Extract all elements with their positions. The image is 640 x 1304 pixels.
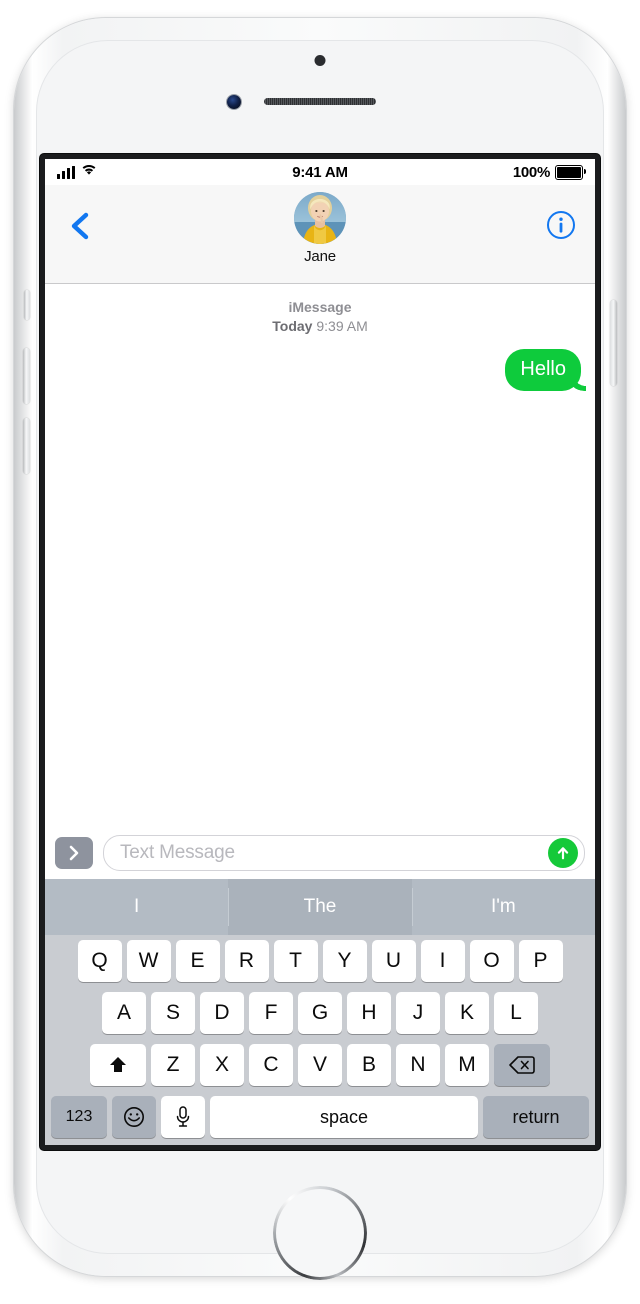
- message-row: Hello: [59, 348, 581, 391]
- message-text-field[interactable]: Text Message: [103, 835, 585, 871]
- volume-up-button[interactable]: [23, 348, 30, 404]
- key-h[interactable]: H: [347, 992, 391, 1034]
- chevron-right-icon[interactable]: [55, 837, 93, 869]
- battery-fill: [557, 166, 581, 178]
- key-w[interactable]: W: [126, 940, 171, 982]
- power-button[interactable]: [610, 300, 617, 386]
- thread-meta: iMessage Today 9:39 AM: [45, 284, 595, 337]
- key-o[interactable]: O: [469, 940, 514, 982]
- key-x[interactable]: X: [200, 1044, 244, 1086]
- key-m[interactable]: M: [445, 1044, 489, 1086]
- send-button[interactable]: [548, 838, 578, 868]
- keyboard-row-2: A S D F G H J K L: [47, 992, 593, 1034]
- key-j[interactable]: J: [396, 992, 440, 1034]
- status-bar-right: 100%: [512, 163, 586, 181]
- ring-silent-switch[interactable]: [24, 290, 30, 320]
- dictation-key[interactable]: [161, 1096, 205, 1138]
- key-i[interactable]: I: [420, 940, 465, 982]
- key-q[interactable]: Q: [77, 940, 122, 982]
- key-y[interactable]: Y: [322, 940, 367, 982]
- conversation-area: iMessage Today 9:39 AM Hello: [45, 284, 595, 827]
- key-z[interactable]: Z: [151, 1044, 195, 1086]
- space-key[interactable]: space: [210, 1096, 478, 1138]
- volume-down-button[interactable]: [23, 418, 30, 474]
- message-text-placeholder: Text Message: [120, 842, 235, 863]
- emoji-key[interactable]: [112, 1096, 156, 1138]
- prediction-item-1[interactable]: I: [45, 879, 228, 935]
- message-bubble[interactable]: Hello: [505, 348, 581, 391]
- key-g[interactable]: G: [298, 992, 342, 1034]
- key-b[interactable]: B: [347, 1044, 391, 1086]
- key-e[interactable]: E: [175, 940, 220, 982]
- home-button[interactable]: [273, 1186, 367, 1280]
- key-k[interactable]: K: [445, 992, 489, 1034]
- return-key[interactable]: return: [483, 1096, 589, 1138]
- battery-full-icon: [555, 164, 586, 180]
- back-button[interactable]: [63, 209, 97, 243]
- key-f[interactable]: F: [249, 992, 293, 1034]
- status-bar: 9:41 AM 100%: [45, 159, 595, 185]
- message-list: Hello: [45, 337, 595, 391]
- backspace-icon: [509, 1056, 535, 1074]
- key-v[interactable]: V: [298, 1044, 342, 1086]
- microphone-icon: [176, 1106, 190, 1127]
- key-l[interactable]: L: [494, 992, 538, 1034]
- key-c[interactable]: C: [249, 1044, 293, 1086]
- smiley-face-icon: [124, 1107, 144, 1127]
- earpiece-speaker-icon: [264, 98, 376, 105]
- info-circle-icon[interactable]: [545, 209, 577, 241]
- keyboard-row-4: 123 space return: [47, 1096, 593, 1138]
- proximity-sensor-icon: [314, 55, 326, 66]
- prediction-item-2[interactable]: The: [228, 879, 412, 935]
- key-u[interactable]: U: [371, 940, 416, 982]
- key-s[interactable]: S: [151, 992, 195, 1034]
- thread-time-label: 9:39 AM: [316, 318, 368, 335]
- contact-name: Jane: [304, 248, 336, 265]
- front-camera-icon: [227, 95, 241, 109]
- thread-day-label: Today: [272, 318, 313, 335]
- key-a[interactable]: A: [102, 992, 146, 1034]
- on-screen-keyboard: Q W E R T Y U I O P A S D F G H J K L Z …: [45, 935, 595, 1145]
- prediction-item-3[interactable]: I'm: [411, 879, 595, 935]
- key-r[interactable]: R: [224, 940, 269, 982]
- screen-bezel: 9:41 AM 100% Jane iMessage Today 9:39 AM…: [40, 154, 600, 1150]
- key-t[interactable]: T: [273, 940, 318, 982]
- shift-arrow-icon: [110, 1057, 126, 1072]
- navigation-bar: Jane: [45, 185, 595, 284]
- delete-key[interactable]: [494, 1044, 550, 1086]
- thread-service-label: iMessage: [288, 299, 352, 315]
- message-input-bar: Text Message: [45, 827, 595, 879]
- key-d[interactable]: D: [200, 992, 244, 1034]
- phone-screen: 9:41 AM 100% Jane iMessage Today 9:39 AM…: [45, 159, 595, 1145]
- key-n[interactable]: N: [396, 1044, 440, 1086]
- battery-percent-label: 100%: [512, 163, 550, 181]
- predictive-text-bar: I The I'm: [45, 879, 595, 935]
- key-p[interactable]: P: [518, 940, 563, 982]
- avatar[interactable]: [294, 192, 346, 244]
- contact-header[interactable]: Jane: [250, 189, 390, 265]
- numbers-key[interactable]: 123: [51, 1096, 107, 1138]
- keyboard-row-3: Z X C V B N M: [47, 1044, 593, 1086]
- thread-timestamp: Today 9:39 AM: [45, 317, 595, 336]
- keyboard-row-1: Q W E R T Y U I O P: [47, 940, 593, 982]
- shift-key[interactable]: [90, 1044, 146, 1086]
